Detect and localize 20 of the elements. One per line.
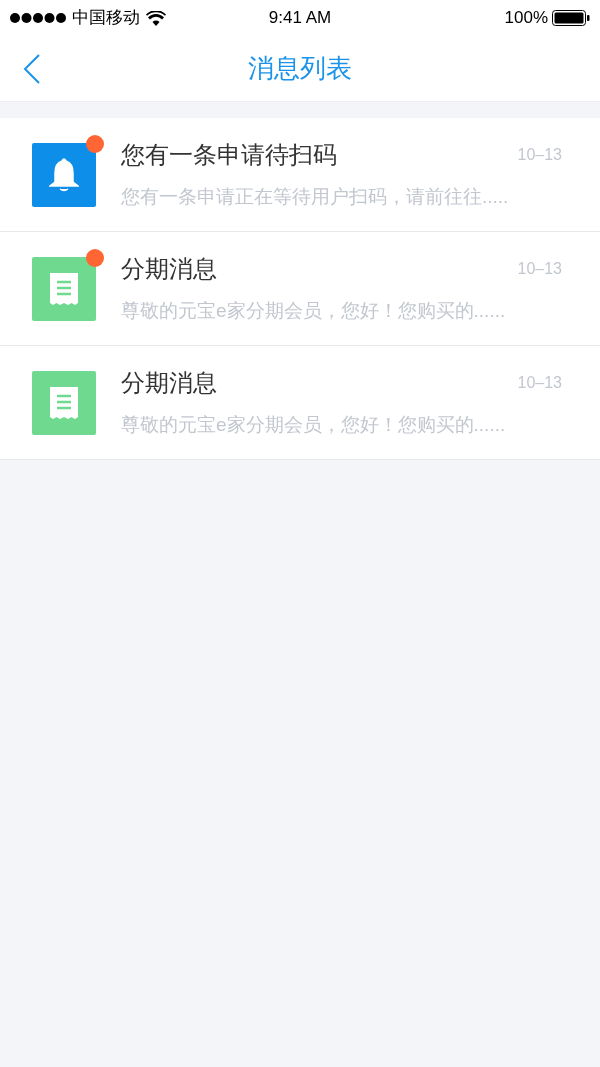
- battery-percentage: 100%: [504, 7, 548, 30]
- status-time: 9:41 AM: [268, 7, 332, 30]
- back-icon: [23, 54, 41, 84]
- message-title: 分期消息: [121, 254, 217, 285]
- message-title: 分期消息: [121, 368, 217, 399]
- message-date: 10–13: [517, 373, 562, 394]
- message-preview: 尊敬的元宝e家分期会员，您好！您购买的......: [121, 299, 507, 324]
- message-date: 10–13: [517, 259, 562, 280]
- message-title: 您有一条申请待扫码: [121, 140, 337, 171]
- receipt-icon: [49, 385, 79, 420]
- signal-icon: [10, 12, 66, 24]
- message-preview: 尊敬的元宝e家分期会员，您好！您购买的......: [121, 413, 507, 438]
- page-title: 消息列表: [248, 52, 352, 85]
- message-date: 10–13: [517, 145, 562, 166]
- bell-icon: [49, 156, 79, 193]
- carrier-name: 中国移动: [72, 7, 140, 30]
- message-preview: 您有一条申请正在等待用户扫码，请前往往.....: [121, 185, 510, 210]
- battery-icon: [552, 10, 590, 26]
- wifi-icon: [146, 10, 166, 26]
- receipt-icon: [49, 271, 79, 306]
